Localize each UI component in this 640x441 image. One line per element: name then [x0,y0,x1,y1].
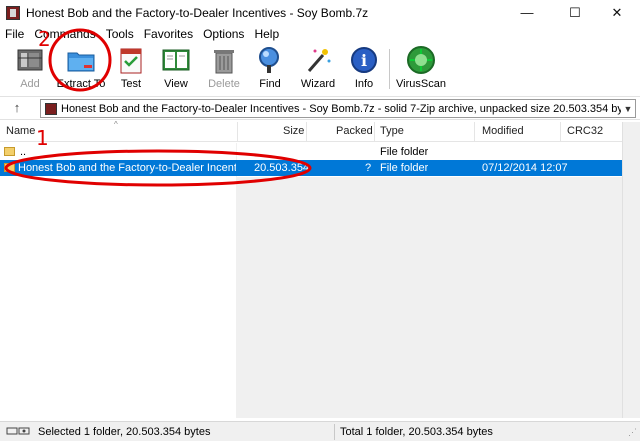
delete-button[interactable]: Delete [206,45,242,93]
column-modified[interactable]: Modified [482,125,524,137]
toolbar: Add Extract To Test View Delete Find Wiz… [0,43,640,95]
column-packed[interactable]: Packed [336,125,373,137]
archive-icon [45,102,57,115]
chevron-down-icon[interactable]: ▼ [621,104,635,114]
find-button[interactable]: Find [254,45,286,93]
test-label: Test [120,78,142,90]
extract-to-label: Extract To [56,78,106,90]
add-label: Add [20,78,40,90]
info-icon: i [349,45,379,75]
item-modified: 07/12/2014 12:07 [482,162,568,174]
close-button[interactable]: ✕ [594,0,640,25]
virus-scan-icon [406,45,436,75]
winrar-app-icon [6,5,20,20]
view-book-icon [161,45,191,75]
column-divider[interactable] [306,122,307,142]
menu-bar: File Commands Tools Favorites Options He… [0,25,640,43]
address-path-field[interactable]: Honest Bob and the Factory-to-Dealer Inc… [40,99,636,118]
menu-options[interactable]: Options [198,27,249,41]
folder-extract-icon [66,45,96,75]
test-clipboard-icon [116,45,146,75]
info-label: Info [354,78,374,90]
maximize-button[interactable]: ☐ [552,0,598,25]
add-button[interactable]: Add [14,45,46,93]
annotation-step-2: 2 [38,27,51,51]
wizard-label: Wizard [300,78,336,90]
trash-icon [209,45,239,75]
title-bar: Honest Bob and the Factory-to-Dealer Inc… [0,0,640,25]
column-size[interactable]: Size [283,125,304,137]
annotation-step-1: 1 [36,126,49,150]
test-button[interactable]: Test [116,45,146,93]
item-name: Honest Bob and the Factory-to-Dealer Inc… [18,162,236,174]
find-label: Find [259,78,281,90]
item-type: File folder [380,146,429,158]
minimize-button[interactable]: — [504,0,550,25]
list-item-selected[interactable]: Honest Bob and the Factory-to-Dealer Inc… [0,160,622,176]
address-path-text: Honest Bob and the Factory-to-Dealer Inc… [61,102,621,115]
info-button[interactable]: i Info [350,45,378,93]
delete-label: Delete [208,78,240,90]
status-selection: Selected 1 folder, 20.503.354 bytes [38,426,211,438]
sort-ascending-icon: ^ [114,120,118,129]
view-button[interactable]: View [158,45,194,93]
folder-icon [4,163,15,172]
virusscan-label: VirusScan [396,78,446,90]
list-empty-area[interactable] [237,177,622,418]
column-headers: ^ Name Size Packed Type Modified CRC32 [0,120,622,142]
column-crc32[interactable]: CRC32 [567,125,603,137]
list-item-parent[interactable]: .. File folder [0,144,622,160]
virusscan-button[interactable]: VirusScan [396,45,446,93]
view-label: View [164,78,188,90]
item-name: .. [20,146,27,158]
menu-file[interactable]: File [0,27,29,41]
column-type[interactable]: Type [380,125,404,137]
status-divider [334,424,335,440]
magnifier-icon [255,45,285,75]
item-packed: ? [365,162,372,174]
up-arrow-icon[interactable]: ↑ [8,100,26,118]
resize-grip-icon[interactable]: ⋰ [628,427,637,438]
extract-to-button[interactable]: Extract To [54,45,108,93]
address-bar: ↑ Honest Bob and the Factory-to-Dealer I… [0,96,640,120]
item-size: 20.503.354 [254,162,310,174]
drive-icon [6,426,30,439]
window-title: Honest Bob and the Factory-to-Dealer Inc… [26,5,369,20]
column-divider[interactable] [237,122,238,142]
status-total: Total 1 folder, 20.503.354 bytes [340,426,493,438]
item-type: File folder [380,162,429,174]
magic-wand-icon [303,45,333,75]
file-list: .. File folder Honest Bob and the Factor… [0,143,622,418]
column-divider[interactable] [474,122,475,142]
name-pane [0,143,237,418]
wizard-button[interactable]: Wizard [300,45,336,93]
status-bar: Selected 1 folder, 20.503.354 bytes Tota… [0,421,640,441]
svg-text:i: i [361,51,367,70]
toolbar-separator [389,49,390,89]
folder-icon [4,147,15,156]
column-divider[interactable] [560,122,561,142]
menu-favorites[interactable]: Favorites [139,27,198,41]
menu-help[interactable]: Help [249,27,284,41]
column-divider[interactable] [374,122,375,142]
column-name[interactable]: Name [6,125,35,137]
menu-tools[interactable]: Tools [101,27,139,41]
vertical-scrollbar[interactable] [622,122,640,418]
